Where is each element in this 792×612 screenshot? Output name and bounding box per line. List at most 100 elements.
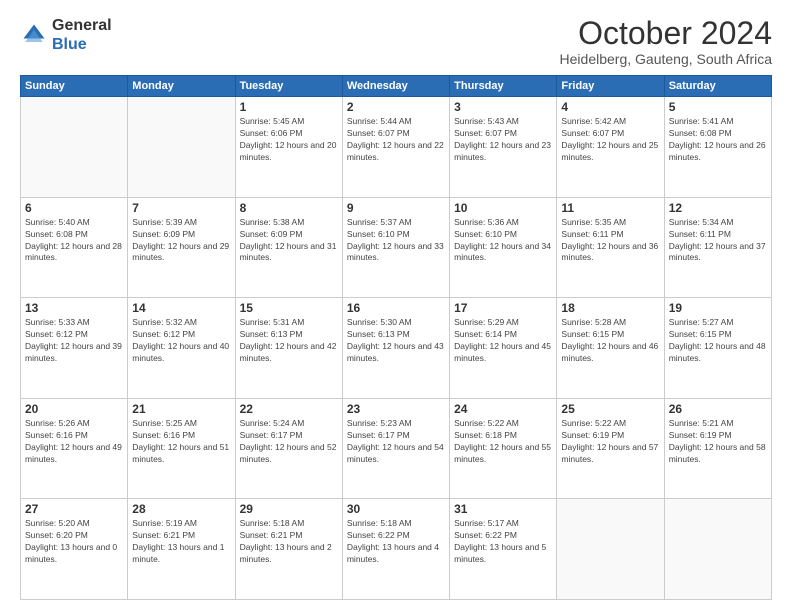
cell-text: Sunrise: 5:24 AM Sunset: 6:17 PM Dayligh… — [240, 418, 338, 466]
cell-text: Sunrise: 5:35 AM Sunset: 6:11 PM Dayligh… — [561, 217, 659, 265]
cell-text: Sunrise: 5:41 AM Sunset: 6:08 PM Dayligh… — [669, 116, 767, 164]
calendar-cell: 26 Sunrise: 5:21 AM Sunset: 6:19 PM Dayli… — [664, 398, 771, 499]
cell-text: Sunrise: 5:21 AM Sunset: 6:19 PM Dayligh… — [669, 418, 767, 466]
location: Heidelberg, Gauteng, South Africa — [560, 51, 772, 67]
day-number: 22 — [240, 402, 338, 416]
cell-text: Sunrise: 5:44 AM Sunset: 6:07 PM Dayligh… — [347, 116, 445, 164]
cell-text: Sunrise: 5:18 AM Sunset: 6:22 PM Dayligh… — [347, 518, 445, 566]
day-number: 21 — [132, 402, 230, 416]
cell-text: Sunrise: 5:17 AM Sunset: 6:22 PM Dayligh… — [454, 518, 552, 566]
calendar-header: SundayMondayTuesdayWednesdayThursdayFrid… — [21, 76, 772, 97]
day-number: 1 — [240, 100, 338, 114]
calendar-body: 1 Sunrise: 5:45 AM Sunset: 6:06 PM Daylig… — [21, 97, 772, 600]
cell-text: Sunrise: 5:23 AM Sunset: 6:17 PM Dayligh… — [347, 418, 445, 466]
cell-text: Sunrise: 5:18 AM Sunset: 6:21 PM Dayligh… — [240, 518, 338, 566]
cell-text: Sunrise: 5:29 AM Sunset: 6:14 PM Dayligh… — [454, 317, 552, 365]
calendar-cell: 28Sunrise: 5:19 AM Sunset: 6:21 PM Dayli… — [128, 499, 235, 600]
calendar-cell: 11 Sunrise: 5:35 AM Sunset: 6:11 PM Dayli… — [557, 197, 664, 298]
calendar-cell: 1 Sunrise: 5:45 AM Sunset: 6:06 PM Daylig… — [235, 97, 342, 198]
calendar-cell: 12 Sunrise: 5:34 AM Sunset: 6:11 PM Dayli… — [664, 197, 771, 298]
day-number: 15 — [240, 301, 338, 315]
day-header-thursday: Thursday — [450, 76, 557, 97]
calendar-cell: 23 Sunrise: 5:23 AM Sunset: 6:17 PM Dayli… — [342, 398, 449, 499]
calendar-cell: 7Sunrise: 5:39 AM Sunset: 6:09 PM Daylig… — [128, 197, 235, 298]
week-row: 13 Sunrise: 5:33 AM Sunset: 6:12 PM Dayli… — [21, 298, 772, 399]
day-number: 23 — [347, 402, 445, 416]
day-number: 9 — [347, 201, 445, 215]
day-header-friday: Friday — [557, 76, 664, 97]
day-number: 13 — [25, 301, 123, 315]
calendar-cell: 5 Sunrise: 5:41 AM Sunset: 6:08 PM Daylig… — [664, 97, 771, 198]
calendar-cell: 13 Sunrise: 5:33 AM Sunset: 6:12 PM Dayli… — [21, 298, 128, 399]
day-number: 14 — [132, 301, 230, 315]
day-header-monday: Monday — [128, 76, 235, 97]
logo-icon — [20, 21, 48, 49]
day-number: 19 — [669, 301, 767, 315]
cell-text: Sunrise: 5:28 AM Sunset: 6:15 PM Dayligh… — [561, 317, 659, 365]
calendar-cell: 4Sunrise: 5:42 AM Sunset: 6:07 PM Daylig… — [557, 97, 664, 198]
calendar-cell: 8 Sunrise: 5:38 AM Sunset: 6:09 PM Daylig… — [235, 197, 342, 298]
day-header-wednesday: Wednesday — [342, 76, 449, 97]
calendar-cell: 30 Sunrise: 5:18 AM Sunset: 6:22 PM Dayli… — [342, 499, 449, 600]
day-number: 27 — [25, 502, 123, 516]
cell-text: Sunrise: 5:32 AM Sunset: 6:12 PM Dayligh… — [132, 317, 230, 365]
day-header-sunday: Sunday — [21, 76, 128, 97]
logo-general: General — [52, 17, 112, 34]
day-header-tuesday: Tuesday — [235, 76, 342, 97]
day-number: 16 — [347, 301, 445, 315]
header-row: SundayMondayTuesdayWednesdayThursdayFrid… — [21, 76, 772, 97]
cell-text: Sunrise: 5:25 AM Sunset: 6:16 PM Dayligh… — [132, 418, 230, 466]
cell-text: Sunrise: 5:36 AM Sunset: 6:10 PM Dayligh… — [454, 217, 552, 265]
logo: General Blue — [20, 16, 112, 54]
cell-text: Sunrise: 5:22 AM Sunset: 6:18 PM Dayligh… — [454, 418, 552, 466]
day-number: 31 — [454, 502, 552, 516]
day-number: 8 — [240, 201, 338, 215]
cell-text: Sunrise: 5:45 AM Sunset: 6:06 PM Dayligh… — [240, 116, 338, 164]
calendar-cell: 31 Sunrise: 5:17 AM Sunset: 6:22 PM Dayli… — [450, 499, 557, 600]
calendar-cell: 10 Sunrise: 5:36 AM Sunset: 6:10 PM Dayli… — [450, 197, 557, 298]
day-number: 3 — [454, 100, 552, 114]
cell-text: Sunrise: 5:34 AM Sunset: 6:11 PM Dayligh… — [669, 217, 767, 265]
calendar-cell: 27 Sunrise: 5:20 AM Sunset: 6:20 PM Dayli… — [21, 499, 128, 600]
day-number: 26 — [669, 402, 767, 416]
day-number: 5 — [669, 100, 767, 114]
cell-text: Sunrise: 5:33 AM Sunset: 6:12 PM Dayligh… — [25, 317, 123, 365]
calendar-cell: 25Sunrise: 5:22 AM Sunset: 6:19 PM Dayli… — [557, 398, 664, 499]
day-number: 12 — [669, 201, 767, 215]
header: General Blue October 2024 Heidelberg, Ga… — [20, 16, 772, 67]
calendar-cell: 15 Sunrise: 5:31 AM Sunset: 6:13 PM Dayli… — [235, 298, 342, 399]
calendar-cell: 21 Sunrise: 5:25 AM Sunset: 6:16 PM Dayli… — [128, 398, 235, 499]
day-number: 30 — [347, 502, 445, 516]
calendar-cell: 3Sunrise: 5:43 AM Sunset: 6:07 PM Daylig… — [450, 97, 557, 198]
day-number: 4 — [561, 100, 659, 114]
calendar-cell — [557, 499, 664, 600]
month-title: October 2024 — [560, 16, 772, 51]
cell-text: Sunrise: 5:31 AM Sunset: 6:13 PM Dayligh… — [240, 317, 338, 365]
calendar-cell: 16Sunrise: 5:30 AM Sunset: 6:13 PM Dayli… — [342, 298, 449, 399]
calendar-cell — [128, 97, 235, 198]
day-number: 2 — [347, 100, 445, 114]
day-number: 11 — [561, 201, 659, 215]
cell-text: Sunrise: 5:37 AM Sunset: 6:10 PM Dayligh… — [347, 217, 445, 265]
day-header-saturday: Saturday — [664, 76, 771, 97]
calendar-cell: 6Sunrise: 5:40 AM Sunset: 6:08 PM Daylig… — [21, 197, 128, 298]
day-number: 17 — [454, 301, 552, 315]
day-number: 24 — [454, 402, 552, 416]
logo-text: General Blue — [52, 16, 112, 54]
day-number: 6 — [25, 201, 123, 215]
day-number: 10 — [454, 201, 552, 215]
calendar-cell: 17 Sunrise: 5:29 AM Sunset: 6:14 PM Dayli… — [450, 298, 557, 399]
calendar-cell: 29 Sunrise: 5:18 AM Sunset: 6:21 PM Dayli… — [235, 499, 342, 600]
calendar: SundayMondayTuesdayWednesdayThursdayFrid… — [20, 75, 772, 600]
calendar-cell: 9 Sunrise: 5:37 AM Sunset: 6:10 PM Daylig… — [342, 197, 449, 298]
cell-text: Sunrise: 5:26 AM Sunset: 6:16 PM Dayligh… — [25, 418, 123, 466]
week-row: 1 Sunrise: 5:45 AM Sunset: 6:06 PM Daylig… — [21, 97, 772, 198]
cell-text: Sunrise: 5:38 AM Sunset: 6:09 PM Dayligh… — [240, 217, 338, 265]
cell-text: Sunrise: 5:19 AM Sunset: 6:21 PM Dayligh… — [132, 518, 230, 566]
day-number: 29 — [240, 502, 338, 516]
day-number: 25 — [561, 402, 659, 416]
day-number: 7 — [132, 201, 230, 215]
calendar-cell: 22 Sunrise: 5:24 AM Sunset: 6:17 PM Dayli… — [235, 398, 342, 499]
cell-text: Sunrise: 5:20 AM Sunset: 6:20 PM Dayligh… — [25, 518, 123, 566]
cell-text: Sunrise: 5:27 AM Sunset: 6:15 PM Dayligh… — [669, 317, 767, 365]
